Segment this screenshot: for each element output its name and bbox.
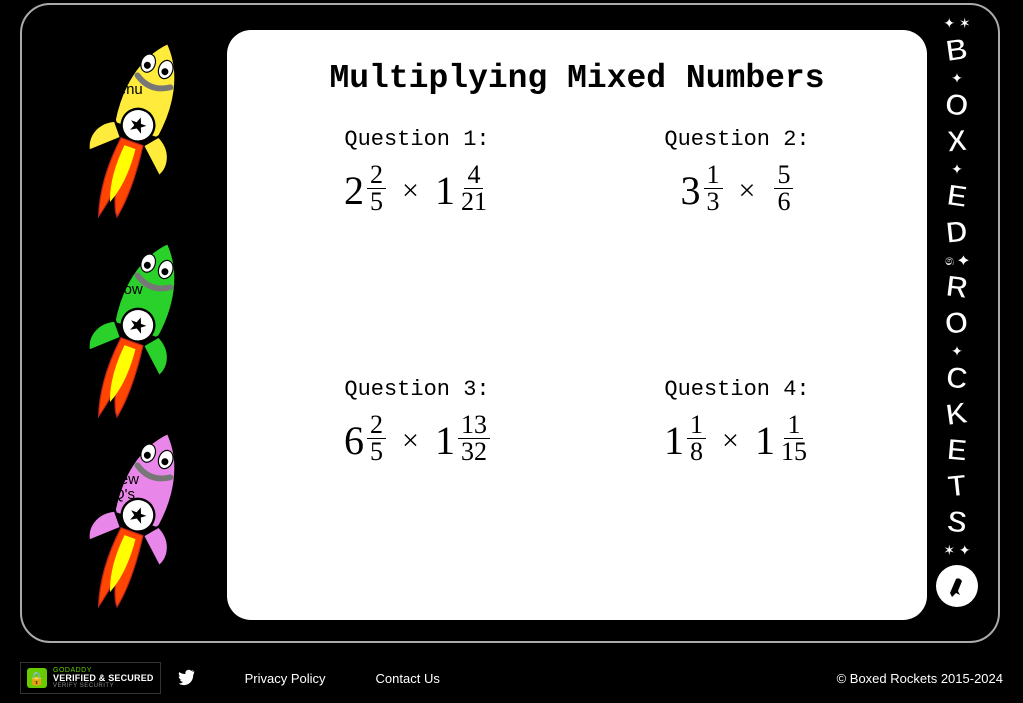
swirl-icon: ෧ ✦ [945,252,969,269]
question-label: Question 3: [277,377,557,402]
mixed-number: 5 6 [771,164,793,217]
mixed-number: 2 2 5 [344,164,386,217]
lock-icon: 🔒 [27,668,47,688]
mixed-number: 6 2 5 [344,414,386,467]
question-1: Question 1: 2 2 5 × 1 4 21 [277,127,557,327]
newqs-label: New Q's [100,472,148,502]
brand-letter: K [944,397,970,434]
brand-letter: E [946,433,969,469]
brand-letter: O [944,88,971,124]
mixed-number: 1 1 8 [664,414,706,467]
brand-letter: R [944,270,970,306]
questions-grid: Question 1: 2 2 5 × 1 4 21 [247,127,907,577]
fraction: 2 5 [367,162,386,215]
question-2: Question 2: 3 1 3 × 5 6 [597,127,877,327]
content-card: Multiplying Mixed Numbers Question 1: 2 … [227,30,927,620]
question-3: Question 3: 6 2 5 × 1 13 32 [277,377,557,577]
mixed-number: 1 1 15 [755,414,810,467]
mixed-number: 1 4 21 [435,164,490,217]
brand-letter: S [945,505,969,541]
fraction: 5 6 [774,162,793,215]
rocket-badge-icon [936,565,978,607]
fraction: 2 5 [367,412,386,465]
verified-badge[interactable]: 🔒 GODADDY VERIFIED & SECURED VERIFY SECU… [20,662,161,694]
star-icon: ✶ ✦ [943,542,970,559]
brand-letter: D [944,215,969,251]
brand-letter: X [946,124,969,160]
footer: 🔒 GODADDY VERIFIED & SECURED VERIFY SECU… [0,653,1023,703]
copyright-text: © Boxed Rockets 2015-2024 [837,671,1003,686]
fraction: 1 3 [704,162,723,215]
brand-letter: C [944,361,969,397]
mixed-number: 3 1 3 [681,164,723,217]
twitter-icon[interactable] [177,669,195,687]
brand-strip: ✦ ✶ B ✦ O X ✦ E D ෧ ✦ R O ✦ C K E T S ✶ … [926,15,988,635]
brand-letter: O [943,306,970,343]
question-expression: 6 2 5 × 1 13 32 [277,414,557,467]
star-icon: ✦ [951,161,963,178]
fraction: 13 32 [458,412,490,465]
times-icon: × [402,174,419,208]
star-icon: ✦ [951,343,963,360]
page-title: Multiplying Mixed Numbers [247,60,907,97]
fraction: 1 15 [778,412,810,465]
times-icon: × [739,174,756,208]
fraction: 1 8 [687,412,706,465]
question-expression: 1 1 8 × 1 1 15 [597,414,877,467]
mixed-number: 1 13 32 [435,414,490,467]
privacy-link[interactable]: Privacy Policy [245,671,326,686]
contact-link[interactable]: Contact Us [376,671,440,686]
brand-letter: T [946,469,968,505]
question-label: Question 2: [597,127,877,152]
brand-letter: E [945,179,970,215]
brand-letter: B [944,33,970,70]
newqs-button[interactable]: New Q's [62,415,202,653]
star-icon: ✦ ✶ [943,15,970,32]
question-label: Question 1: [277,127,557,152]
fraction: 4 21 [458,162,490,215]
question-4: Question 4: 1 1 8 × 1 1 15 [597,377,877,577]
question-expression: 3 1 3 × 5 6 [597,164,877,217]
menu-label: Menu [100,82,148,97]
show-label: Show [100,282,148,297]
times-icon: × [722,424,739,458]
star-icon: ✦ [951,70,963,87]
question-expression: 2 2 5 × 1 4 21 [277,164,557,217]
app-frame: Menu Show [20,3,1000,643]
times-icon: × [402,424,419,458]
question-label: Question 4: [597,377,877,402]
